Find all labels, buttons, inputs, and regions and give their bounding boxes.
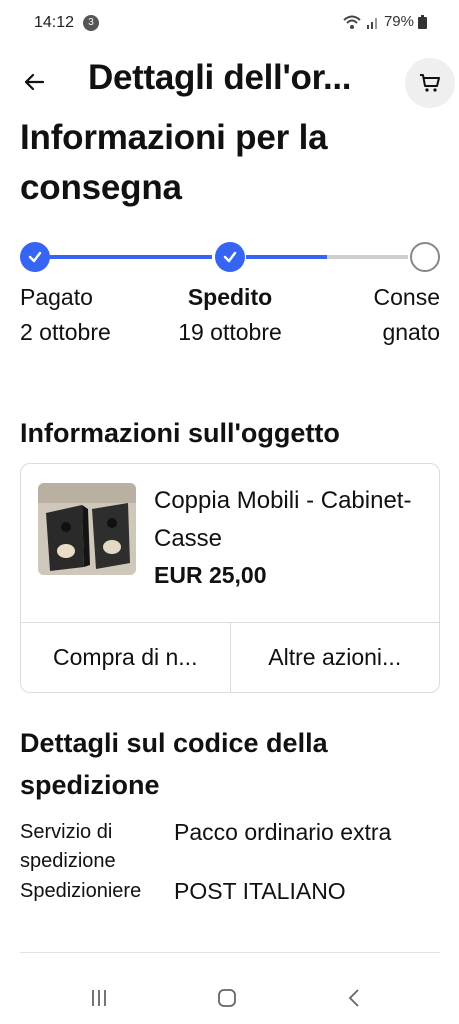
wifi-icon (343, 15, 361, 29)
item-name[interactable]: Coppia Mobili - Cabinet- Casse (154, 482, 424, 558)
signal-icon (366, 17, 377, 29)
step-label-shipped: Spedito (187, 284, 273, 310)
status-time: 14:12 (34, 14, 75, 31)
cart-button[interactable] (405, 58, 455, 108)
check-icon (223, 251, 237, 263)
delivery-section-title: Informazioni per la consegna (20, 118, 328, 207)
back-button[interactable] (14, 62, 54, 102)
page-title: Dettagli dell'or... (88, 58, 352, 97)
system-nav-bar (0, 965, 459, 1024)
delivery-progress (20, 242, 440, 274)
home-icon (218, 989, 236, 1007)
progress-segment-2-fill (246, 255, 327, 259)
item-thumbnail[interactable] (38, 483, 136, 575)
check-icon (28, 251, 42, 263)
speaker-cabinets-photo (38, 483, 136, 575)
status-bar: 14:12 3 79% (0, 0, 459, 48)
progress-segment-1 (50, 255, 212, 259)
carrier-value: POST ITALIANO (174, 878, 346, 904)
more-actions-button[interactable]: Altre azioni... (229, 623, 440, 692)
recents-icon (92, 990, 106, 1006)
step-date-paid: 2 ottobre (20, 319, 111, 345)
buy-again-button[interactable]: Compra di n... (21, 623, 230, 692)
battery-icon (418, 14, 427, 29)
step-dot-delivered (410, 242, 440, 272)
step-label-paid: Pagato (20, 284, 93, 310)
system-back-button[interactable] (335, 983, 375, 1013)
divider (20, 952, 440, 953)
cart-icon (420, 74, 440, 92)
shipping-service-value: Pacco ordinario extra (174, 819, 392, 845)
battery-level: 79% (383, 13, 414, 30)
system-back-icon (348, 989, 359, 1007)
app-header: Dettagli dell'or... (0, 52, 459, 112)
step-dot-paid (20, 242, 50, 272)
shipping-service-label: Servizio di spedizione (20, 821, 116, 872)
back-arrow-icon (24, 73, 45, 91)
step-dot-shipped (215, 242, 245, 272)
status-icons: 79% (342, 13, 427, 30)
notification-badge: 3 (83, 15, 99, 31)
item-price: EUR 25,00 (154, 562, 267, 588)
step-date-shipped: 19 ottobre (178, 319, 282, 345)
item-card: Coppia Mobili - Cabinet- Casse EUR 25,00… (20, 463, 440, 693)
shipping-section-title: Dettagli sul codice della spedizione (20, 728, 328, 800)
carrier-label: Spedizioniere (20, 880, 142, 902)
recents-button[interactable] (79, 983, 119, 1013)
item-actions: Compra di n... Altre azioni... (21, 622, 439, 692)
item-section-title: Informazioni sull'oggetto (20, 418, 340, 448)
step-label-delivered: Conse gnato (373, 284, 440, 345)
home-button[interactable] (207, 983, 247, 1013)
